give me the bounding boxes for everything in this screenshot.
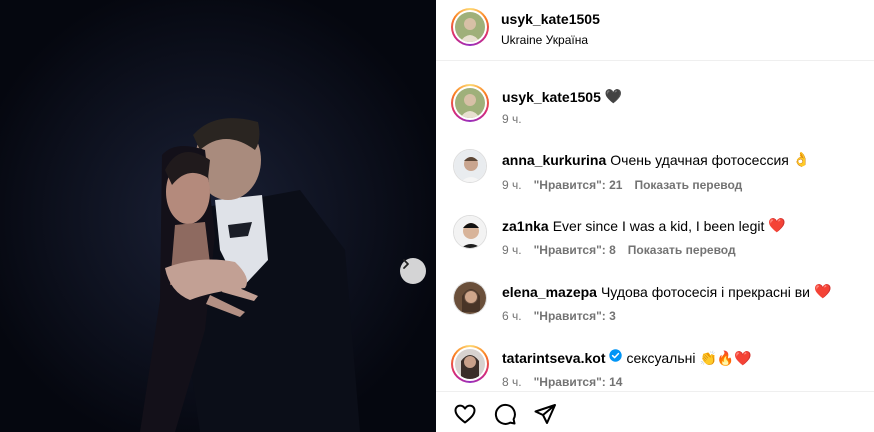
- show-translation-link[interactable]: Показать перевод: [628, 243, 736, 257]
- comment-time[interactable]: 9 ч.: [502, 243, 522, 257]
- caption-time[interactable]: 9 ч.: [502, 112, 522, 126]
- comment-likes[interactable]: "Нравится": 3: [534, 309, 616, 323]
- comment-line: anna_kurkurina Очень удачная фотосессия …: [502, 151, 810, 168]
- comment-username[interactable]: anna_kurkurina: [502, 152, 606, 168]
- comment-avatar[interactable]: [453, 215, 487, 249]
- post-location[interactable]: Ukraine Україна: [501, 33, 600, 47]
- comment-line: elena_mazepa Чудова фотосесія і прекрасн…: [502, 283, 831, 300]
- comment-avatar[interactable]: [453, 281, 487, 315]
- comment-line: tatarintseva.kot сексуальні 👏🔥❤️: [502, 349, 752, 367]
- comment-text: Чудова фотосесія і прекрасні ви: [600, 283, 810, 300]
- share-icon[interactable]: [533, 402, 557, 426]
- comment-username[interactable]: tatarintseva.kot: [502, 350, 605, 366]
- comment-line: za1nka Ever since I was a kid, I been le…: [502, 217, 786, 234]
- comment-likes[interactable]: "Нравится": 8: [534, 243, 616, 257]
- comment-meta: 9 ч. "Нравится": 21 Показать перевод: [502, 178, 742, 192]
- caption-avatar[interactable]: [451, 84, 489, 122]
- comment-time[interactable]: 9 ч.: [502, 178, 522, 192]
- next-photo-button[interactable]: [400, 258, 426, 284]
- comment-meta: 8 ч. "Нравится": 14: [502, 375, 622, 389]
- photo-illustration: [0, 0, 436, 432]
- comment-emoji: 👌: [792, 151, 811, 167]
- comment-emoji: ❤️: [768, 217, 786, 233]
- caption-line: usyk_kate1505 🖤: [502, 88, 622, 105]
- post-sidebar: usyk_kate1505 Ukraine Україна usyk_kate1…: [436, 0, 874, 432]
- comment-time[interactable]: 8 ч.: [502, 375, 522, 389]
- author-avatar[interactable]: [451, 8, 489, 46]
- comment-likes[interactable]: "Нравится": 14: [534, 375, 623, 389]
- caption-meta: 9 ч.: [502, 112, 522, 126]
- comment-username[interactable]: elena_mazepa: [502, 284, 597, 300]
- comment-avatar[interactable]: [453, 149, 487, 183]
- show-translation-link[interactable]: Показать перевод: [634, 178, 742, 192]
- comment-meta: 6 ч. "Нравится": 3: [502, 309, 616, 323]
- comment-avatar[interactable]: [451, 345, 489, 383]
- post-actions-bar: [436, 391, 874, 432]
- comment-text: сексуальні: [626, 350, 696, 366]
- comment-emoji: 👏🔥❤️: [699, 349, 752, 366]
- comment-likes[interactable]: "Нравится": 21: [534, 178, 623, 192]
- comment-icon[interactable]: [493, 402, 517, 426]
- comment-meta: 9 ч. "Нравится": 8 Показать перевод: [502, 243, 736, 257]
- comment-text: Очень удачная фотосессия: [610, 151, 789, 168]
- comment-username[interactable]: za1nka: [502, 218, 549, 234]
- post-header: usyk_kate1505 Ukraine Україна: [436, 0, 874, 61]
- comment-emoji: ❤️: [813, 283, 832, 299]
- caption-username[interactable]: usyk_kate1505: [502, 89, 601, 105]
- verified-badge-icon: [609, 349, 623, 367]
- author-username[interactable]: usyk_kate1505: [501, 11, 600, 27]
- heart-icon[interactable]: [453, 402, 477, 426]
- caption-emoji: 🖤: [604, 88, 623, 104]
- comment-time[interactable]: 6 ч.: [502, 309, 522, 323]
- post-photo: [0, 0, 436, 432]
- comment-text: Ever since I was a kid, I been legit: [552, 217, 765, 234]
